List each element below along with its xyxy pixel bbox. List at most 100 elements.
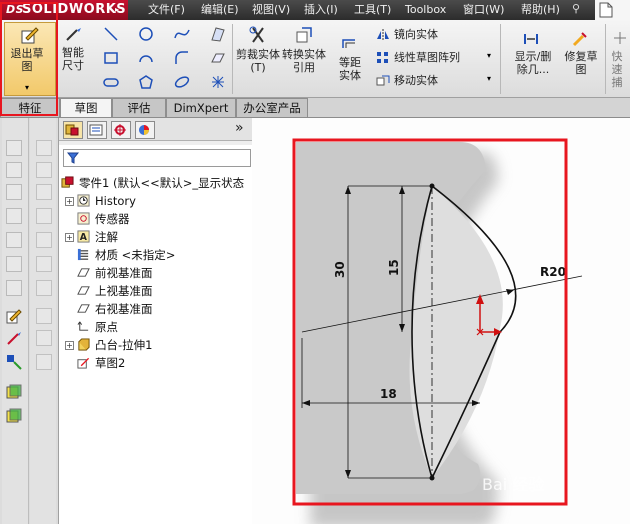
menu-edit[interactable]: 编辑(E) [201, 0, 239, 20]
sketch-canvas[interactable]: 30 15 18 R20 Bai 经验 [252, 118, 630, 524]
convert-entities-button[interactable]: 转换实体引用 [282, 24, 326, 90]
display-manager-tab[interactable] [135, 121, 155, 139]
mirror-icon[interactable] [376, 28, 390, 42]
tab-sketch[interactable]: 草图 [60, 98, 112, 117]
menu-tools[interactable]: 工具(T) [354, 0, 391, 20]
move-entities-icon[interactable] [376, 74, 390, 88]
slot-icon[interactable] [103, 74, 119, 90]
extrude-cut-icon[interactable] [6, 232, 22, 248]
quick-snaps-button[interactable]: 快速捕捉 [608, 24, 630, 90]
tree-item-label: 前视基准面 [95, 266, 153, 280]
line-icon[interactable] [103, 26, 119, 42]
chevron-down-icon[interactable]: ▾ [487, 51, 491, 60]
tree-item-label: 传感器 [95, 212, 130, 226]
tree-filter[interactable] [63, 149, 251, 167]
extrude-boss-icon[interactable] [6, 140, 22, 156]
expand-icon[interactable]: + [65, 233, 74, 242]
move-entities-label[interactable]: 移动实体 [394, 74, 438, 87]
property-manager-icon [89, 124, 103, 136]
left-toolbars [0, 118, 58, 524]
rib-icon[interactable] [36, 232, 52, 248]
origin-icon [77, 321, 89, 331]
chevron-down-icon[interactable]: ▾ [487, 74, 491, 83]
smart-dimension-button[interactable]: 智能尺寸 [60, 24, 90, 84]
offset-label: 等距实体 [339, 56, 361, 82]
circular-pattern-icon[interactable] [36, 354, 52, 370]
spline-icon[interactable] [174, 26, 190, 42]
menu-bar: DS SOLIDWORKS ▸ 文件(F) 编辑(E) 视图(V) 插入(I) … [0, 0, 630, 20]
quick-snaps-icon [614, 32, 626, 44]
point-icon[interactable] [210, 74, 226, 90]
property-manager-tab[interactable] [87, 121, 107, 139]
sensor-icon [77, 212, 90, 225]
offset-entities-button[interactable]: 等距实体 [328, 24, 372, 90]
revolve-boss-icon[interactable] [6, 162, 22, 178]
dimension-r20-label[interactable]: R20 [540, 265, 566, 279]
expand-panel-button[interactable]: » [235, 120, 244, 136]
mirror-label[interactable]: 镜向实体 [394, 28, 438, 41]
wrap-icon[interactable] [36, 256, 52, 272]
dimension-30-label[interactable]: 30 [333, 261, 347, 278]
feature-manager-tab[interactable] [63, 121, 83, 139]
menu-insert[interactable]: 插入(I) [304, 0, 338, 20]
rectangle-icon[interactable] [103, 50, 119, 66]
menu-help[interactable]: 帮助(H) [521, 0, 560, 20]
configuration-manager-icon [114, 124, 126, 136]
hole-wizard-icon[interactable] [6, 280, 22, 296]
expand-icon[interactable]: + [65, 341, 74, 350]
polygon-icon[interactable] [138, 74, 154, 90]
mirror-feature-icon[interactable] [36, 308, 52, 324]
trim-entities-button[interactable]: 剪裁实体(T) [236, 24, 280, 90]
dimension-15-label[interactable]: 15 [387, 259, 401, 276]
tree-item-label: 注解 [95, 230, 118, 244]
menu-window[interactable]: 窗口(W) [463, 0, 504, 20]
menu-toolbox[interactable]: Toolbox [405, 0, 446, 20]
tree-item-label: History [95, 194, 136, 208]
sweep-icon[interactable] [6, 184, 22, 200]
new-document-icon[interactable] [595, 0, 630, 20]
feature-manager-tabs: » [59, 118, 252, 141]
display-delete-relations-button[interactable]: 显示/删除几... [508, 24, 554, 90]
tab-evaluate[interactable]: 评估 [112, 98, 166, 117]
menu-view[interactable]: 视图(V) [252, 0, 290, 20]
display-delete-label: 显示/删除几... [514, 50, 552, 76]
expand-icon[interactable]: + [65, 197, 74, 206]
circle-icon[interactable] [138, 26, 154, 42]
display-manager-icon [139, 125, 149, 135]
graphics-area[interactable]: 30 15 18 R20 Bai 经验 [252, 118, 630, 524]
draft-icon[interactable] [36, 208, 52, 224]
plane-icon[interactable] [210, 50, 226, 66]
watermark: Bai 经验 [482, 475, 544, 494]
linear-pattern-feature-icon[interactable] [36, 330, 52, 346]
reference-geometry-icon[interactable] [36, 140, 52, 156]
repair-sketch-button[interactable]: 修复草图 [558, 24, 602, 90]
ellipse-icon[interactable] [174, 74, 190, 90]
convert-entities-icon [296, 27, 312, 43]
dimension-18-label[interactable]: 18 [380, 387, 397, 401]
linear-pattern-icon[interactable] [376, 51, 390, 65]
pin-icon[interactable]: ⚲ [572, 3, 584, 15]
configuration-manager-tab[interactable] [111, 121, 131, 139]
loft-icon[interactable] [6, 208, 22, 224]
linear-pattern-label[interactable]: 线性草图阵列 [394, 51, 460, 64]
menu-file[interactable]: 文件(F) [148, 0, 185, 20]
curves-icon[interactable] [36, 162, 52, 178]
dropdown-arrow-icon: ▸ [115, 5, 120, 14]
feature-manager-icon [65, 124, 79, 136]
tab-dimxpert[interactable]: DimXpert [166, 98, 236, 117]
add-relation-icon[interactable] [6, 354, 22, 370]
arc-icon[interactable] [138, 50, 154, 66]
fillet-icon[interactable] [174, 50, 190, 66]
tab-office-products[interactable]: 办公室产品 [236, 98, 308, 117]
repair-sketch-label: 修复草图 [564, 50, 598, 76]
dome-icon[interactable] [36, 280, 52, 296]
instant3d-icon[interactable] [6, 384, 22, 400]
revolve-cut-icon[interactable] [6, 256, 22, 272]
surface-icon[interactable] [210, 26, 226, 42]
shell-icon[interactable] [36, 184, 52, 200]
sketch-pencil-icon[interactable] [6, 308, 22, 324]
tree-splitter[interactable] [59, 141, 252, 145]
smart-dimension-icon[interactable] [6, 330, 22, 346]
material-icon [77, 248, 89, 261]
rapid-sketch-icon[interactable] [6, 408, 22, 424]
